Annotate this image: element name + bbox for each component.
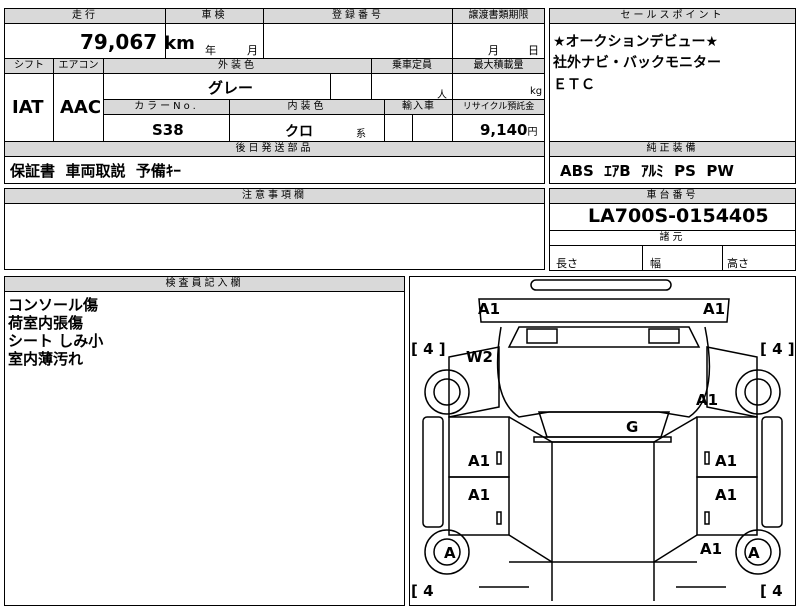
- shift-header: シフト: [5, 59, 53, 74]
- transfer-month: 月: [488, 44, 499, 57]
- mark-left-rear-door: A1: [468, 486, 491, 504]
- mark-front-right-top: A1: [703, 300, 726, 318]
- max-load-unit: kg: [530, 86, 543, 97]
- mark-right-tire-front: [ 4 ]: [760, 340, 795, 358]
- mark-front-left-top: A1: [478, 300, 501, 318]
- dims-header: 諸元: [550, 231, 795, 246]
- sales-point-line-1: ★オークションデビュー★: [553, 34, 719, 50]
- inspection-year: 年: [205, 44, 216, 57]
- width-label: 幅: [650, 257, 661, 270]
- recycle-value: 9,140円: [480, 121, 538, 139]
- front-bumper: [530, 279, 672, 291]
- mileage-value: 79,067 km: [80, 30, 195, 54]
- shift-label: シフト: [14, 60, 44, 71]
- mileage-label: 走行: [72, 10, 98, 21]
- inspection-month: 月: [247, 44, 258, 57]
- mark-right-rear-quarter: A1: [700, 540, 723, 558]
- mark-right-rear-wheel: A: [748, 544, 760, 562]
- color-no-header: カラーNo.: [104, 100, 229, 115]
- parts-header: 後日発送部品: [5, 142, 544, 157]
- color-no-value: S38: [152, 121, 184, 139]
- sales-point-line-2: 社外ナビ・バックモニター: [553, 55, 721, 71]
- height-label: 高さ: [727, 257, 749, 270]
- import-label: 輸入車: [402, 101, 435, 112]
- registration-label: 登録番号: [332, 10, 384, 21]
- parts-label: 後日発送部品: [235, 143, 314, 154]
- equipment-label: 純正装備: [646, 143, 699, 154]
- notes-header: 注意事項欄: [5, 189, 544, 204]
- mark-left-rear-wheel: A: [444, 544, 456, 562]
- left-sill: [422, 416, 444, 528]
- aircon-value: AAC: [60, 97, 102, 118]
- mark-right-rear-door: A1: [715, 486, 738, 504]
- mark-left-front-door: A1: [468, 452, 491, 470]
- shift-value: IAT: [12, 97, 44, 118]
- mileage-unit: km: [164, 33, 195, 54]
- roof: [551, 441, 655, 563]
- inspection-header: 車検: [166, 9, 263, 24]
- capacity-header: 乗車定員: [372, 59, 452, 74]
- headlight-left: [526, 328, 558, 344]
- windshield-lower: [537, 411, 671, 438]
- car-diagram: [422, 279, 783, 601]
- equipment-header: 純正装備: [550, 142, 795, 157]
- mark-right-tire-rear: [ 4: [760, 582, 783, 600]
- recycle-header: リサイクル預託金: [453, 100, 544, 115]
- right-sill: [761, 416, 783, 528]
- windshield-area: [496, 326, 711, 418]
- chassis-header: 車台番号: [550, 189, 795, 204]
- import-header: 輸入車: [385, 100, 452, 115]
- mark-windshield: W2: [466, 348, 493, 366]
- headlight-right: [648, 328, 680, 344]
- length-label: 長さ: [556, 257, 578, 270]
- mark-left-tire-front: [ 4 ]: [411, 340, 446, 358]
- recycle-label: リサイクル預託金: [462, 102, 535, 112]
- mark-roof: G: [626, 418, 639, 436]
- transfer-header: 譲渡書類期限: [453, 9, 544, 24]
- sales-points-label: セールスポイント: [620, 10, 725, 21]
- aircon-label: エアコン: [58, 60, 99, 71]
- max-load-header: 最大積載量: [453, 59, 544, 74]
- inspector-label: 検査員記入欄: [165, 278, 244, 289]
- aircon-header: エアコン: [54, 59, 103, 74]
- inspector-line-4: 室内薄汚れ: [8, 350, 84, 368]
- color-no-label: カラーNo.: [134, 101, 199, 112]
- interior-color-label: 内装色: [287, 101, 327, 112]
- hood-outline: [478, 298, 730, 323]
- exterior-color-header: 外装色: [104, 59, 371, 74]
- parts-value: 保証書 車両取説 予備ｷｰ: [10, 162, 181, 180]
- chassis-value: LA700S-0154405: [588, 205, 769, 227]
- transfer-deadline-label: 譲渡書類期限: [468, 10, 529, 21]
- left-front-tire: [424, 369, 470, 415]
- mark-left-tire-rear: [ 4: [411, 582, 434, 600]
- dims-label: 諸元: [659, 232, 686, 243]
- front-grille: [507, 326, 701, 348]
- sales-point-line-3: ＥＴＣ: [553, 77, 595, 93]
- chassis-label: 車台番号: [646, 190, 699, 201]
- right-front-tire: [735, 369, 781, 415]
- equipment-value: ABS ｴｱB ｱﾙﾐ PS PW: [560, 162, 734, 180]
- recycle-unit: 円: [527, 127, 538, 138]
- registration-header: 登録番号: [264, 9, 452, 24]
- mark-right-fender: A1: [696, 391, 719, 409]
- transfer-day: 日: [528, 44, 539, 57]
- interior-color-header: 内装色: [230, 100, 384, 115]
- inspection-label: 車検: [201, 10, 228, 21]
- inspector-header: 検査員記入欄: [5, 277, 404, 292]
- exterior-color-value: グレー: [208, 79, 254, 97]
- interior-color-value: クロ: [285, 124, 313, 140]
- capacity-label: 乗車定員: [392, 60, 432, 71]
- mark-right-front-door: A1: [715, 452, 738, 470]
- sales-points-header: セールスポイント: [550, 9, 795, 24]
- mileage-header: 走行: [5, 9, 165, 24]
- exterior-color-label: 外装色: [218, 60, 257, 71]
- max-load-label: 最大積載量: [473, 60, 524, 71]
- interior-color-suffix: 系: [356, 129, 366, 140]
- notes-label: 注意事項欄: [242, 190, 307, 201]
